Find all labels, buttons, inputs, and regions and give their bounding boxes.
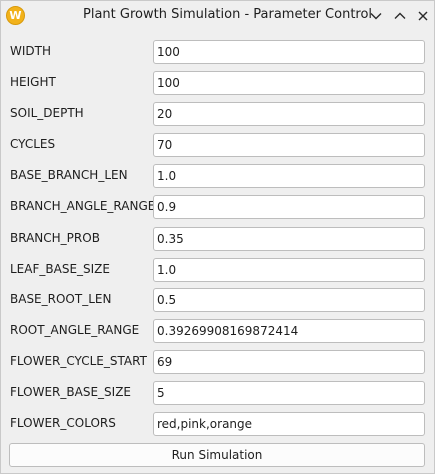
param-label: BASE_BRANCH_LEN	[10, 168, 128, 182]
param-label: LEAF_BASE_SIZE	[10, 262, 110, 276]
close-icon	[418, 11, 428, 21]
cycles-field[interactable]	[153, 133, 425, 157]
param-row-base-root-len: BASE_ROOT_LEN	[1, 288, 434, 312]
app-logo-icon: W	[6, 6, 25, 25]
param-label: BASE_ROOT_LEN	[10, 292, 112, 306]
maximize-button[interactable]	[390, 6, 410, 26]
branch-angle-range-field[interactable]	[153, 195, 425, 219]
param-label: ROOT_ANGLE_RANGE	[10, 323, 140, 337]
param-row-width: WIDTH	[1, 40, 434, 64]
param-row-base-branch-len: BASE_BRANCH_LEN	[1, 164, 434, 188]
param-label: BRANCH_ANGLE_RANGE	[10, 199, 156, 213]
param-label: FLOWER_COLORS	[10, 416, 116, 430]
param-row-branch-prob: BRANCH_PROB	[1, 227, 434, 251]
title-bar[interactable]: W Plant Growth Simulation - Parameter Co…	[1, 1, 434, 31]
chevron-up-icon	[394, 12, 406, 19]
param-row-flower-cycle-start: FLOWER_CYCLE_START	[1, 350, 434, 374]
param-row-height: HEIGHT	[1, 71, 434, 95]
param-row-cycles: CYCLES	[1, 133, 434, 157]
param-row-root-angle-range: ROOT_ANGLE_RANGE	[1, 319, 434, 343]
flower-base-size-field[interactable]	[153, 381, 425, 405]
param-row-flower-colors: FLOWER_COLORS	[1, 412, 434, 436]
param-label: SOIL_DEPTH	[10, 106, 84, 120]
branch-prob-field[interactable]	[153, 227, 425, 251]
param-row-flower-base-size: FLOWER_BASE_SIZE	[1, 381, 434, 405]
run-simulation-button[interactable]: Run Simulation	[9, 443, 425, 467]
root-angle-range-field[interactable]	[153, 319, 425, 343]
param-row-soil-depth: SOIL_DEPTH	[1, 102, 434, 126]
soil-depth-field[interactable]	[153, 102, 425, 126]
flower-colors-field[interactable]	[153, 412, 425, 436]
leaf-base-size-field[interactable]	[153, 258, 425, 282]
chevron-down-icon	[370, 13, 382, 20]
param-label: CYCLES	[10, 137, 56, 151]
base-root-len-field[interactable]	[153, 288, 425, 312]
width-field[interactable]	[153, 40, 425, 64]
param-row-branch-angle-range: BRANCH_ANGLE_RANGE	[1, 195, 434, 219]
param-row-leaf-base-size: LEAF_BASE_SIZE	[1, 258, 434, 282]
param-label: FLOWER_CYCLE_START	[10, 354, 147, 368]
base-branch-len-field[interactable]	[153, 164, 425, 188]
app-window: W Plant Growth Simulation - Parameter Co…	[0, 0, 435, 474]
flower-cycle-start-field[interactable]	[153, 350, 425, 374]
close-button[interactable]	[413, 6, 433, 26]
height-field[interactable]	[153, 71, 425, 95]
window-title: Plant Growth Simulation - Parameter Cont…	[83, 7, 373, 22]
param-label: WIDTH	[10, 44, 51, 58]
param-label: FLOWER_BASE_SIZE	[10, 385, 131, 399]
param-label: BRANCH_PROB	[10, 231, 100, 245]
param-label: HEIGHT	[10, 75, 56, 89]
minimize-button[interactable]	[366, 6, 386, 26]
